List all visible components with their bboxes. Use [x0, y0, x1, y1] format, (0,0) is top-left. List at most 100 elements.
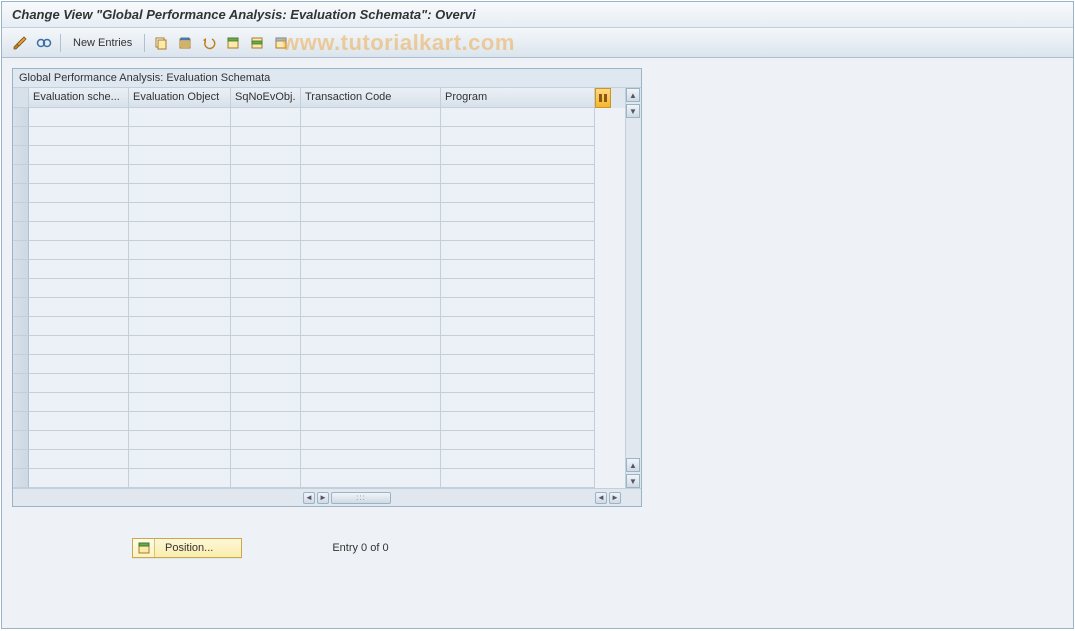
cell[interactable] [301, 374, 441, 393]
row-selector[interactable] [13, 184, 29, 203]
cell[interactable] [231, 469, 301, 488]
table-row[interactable] [13, 127, 625, 146]
cell[interactable] [441, 127, 595, 146]
cell[interactable] [301, 298, 441, 317]
cell[interactable] [231, 127, 301, 146]
cell[interactable] [129, 127, 231, 146]
col-transaction-code[interactable]: Transaction Code [301, 88, 441, 108]
table-row[interactable] [13, 241, 625, 260]
cell[interactable] [301, 241, 441, 260]
cell[interactable] [29, 260, 129, 279]
cell[interactable] [301, 127, 441, 146]
cell[interactable] [231, 146, 301, 165]
cell[interactable] [301, 317, 441, 336]
cell[interactable] [441, 279, 595, 298]
cell[interactable] [441, 431, 595, 450]
cell[interactable] [231, 374, 301, 393]
col-sqno[interactable]: SqNoEvObj. [231, 88, 301, 108]
cell[interactable] [129, 184, 231, 203]
cell[interactable] [231, 241, 301, 260]
cell[interactable] [301, 108, 441, 127]
cell[interactable] [301, 412, 441, 431]
scrollbar-thumb[interactable]: ::: [331, 492, 391, 504]
cell[interactable] [29, 165, 129, 184]
scroll-right-icon[interactable]: ► [317, 492, 329, 504]
cell[interactable] [441, 165, 595, 184]
table-row[interactable] [13, 431, 625, 450]
cell[interactable] [231, 184, 301, 203]
table-row[interactable] [13, 374, 625, 393]
other-view-icon[interactable] [34, 33, 54, 53]
cell[interactable] [129, 108, 231, 127]
scroll-down-icon[interactable]: ▼ [626, 474, 640, 488]
cell[interactable] [231, 203, 301, 222]
table-row[interactable] [13, 165, 625, 184]
cell[interactable] [29, 317, 129, 336]
cell[interactable] [29, 374, 129, 393]
cell[interactable] [441, 241, 595, 260]
row-selector[interactable] [13, 127, 29, 146]
cell[interactable] [441, 222, 595, 241]
table-row[interactable] [13, 146, 625, 165]
cell[interactable] [301, 279, 441, 298]
row-selector[interactable] [13, 279, 29, 298]
cell[interactable] [441, 450, 595, 469]
table-row[interactable] [13, 279, 625, 298]
cell[interactable] [441, 184, 595, 203]
cell[interactable] [441, 108, 595, 127]
cell[interactable] [231, 336, 301, 355]
row-selector-header[interactable] [13, 88, 29, 108]
cell[interactable] [29, 450, 129, 469]
cell[interactable] [231, 393, 301, 412]
table-row[interactable] [13, 108, 625, 127]
cell[interactable] [301, 222, 441, 241]
row-selector[interactable] [13, 146, 29, 165]
col-program[interactable]: Program [441, 88, 595, 108]
cell[interactable] [129, 393, 231, 412]
cell[interactable] [231, 279, 301, 298]
cell[interactable] [231, 412, 301, 431]
horizontal-scrollbar[interactable]: ◄ ► ::: ◄ ► [13, 488, 641, 506]
cell[interactable] [301, 393, 441, 412]
cell[interactable] [29, 412, 129, 431]
cell[interactable] [301, 165, 441, 184]
row-selector[interactable] [13, 431, 29, 450]
cell[interactable] [29, 203, 129, 222]
cell[interactable] [231, 222, 301, 241]
cell[interactable] [441, 469, 595, 488]
scroll-left-icon[interactable]: ◄ [595, 492, 607, 504]
cell[interactable] [29, 222, 129, 241]
row-selector[interactable] [13, 298, 29, 317]
cell[interactable] [29, 298, 129, 317]
cell[interactable] [301, 260, 441, 279]
cell[interactable] [29, 146, 129, 165]
cell[interactable] [29, 108, 129, 127]
table-row[interactable] [13, 412, 625, 431]
cell[interactable] [301, 146, 441, 165]
cell[interactable] [29, 184, 129, 203]
cell[interactable] [441, 412, 595, 431]
row-selector[interactable] [13, 374, 29, 393]
cell[interactable] [301, 184, 441, 203]
col-evaluation-object[interactable]: Evaluation Object [129, 88, 231, 108]
table-row[interactable] [13, 260, 625, 279]
table-row[interactable] [13, 222, 625, 241]
row-selector[interactable] [13, 412, 29, 431]
cell[interactable] [441, 336, 595, 355]
row-selector[interactable] [13, 393, 29, 412]
scroll-down-icon[interactable]: ▼ [626, 104, 640, 118]
cell[interactable] [29, 393, 129, 412]
cell[interactable] [441, 355, 595, 374]
cell[interactable] [129, 374, 231, 393]
table-row[interactable] [13, 450, 625, 469]
vertical-scrollbar[interactable]: ▲ ▼ ▲ ▼ [625, 88, 641, 488]
col-evaluation-schema[interactable]: Evaluation sche... [29, 88, 129, 108]
deselect-all-icon[interactable] [271, 33, 291, 53]
row-selector[interactable] [13, 450, 29, 469]
cell[interactable] [129, 279, 231, 298]
cell[interactable] [129, 431, 231, 450]
copy-as-icon[interactable] [151, 33, 171, 53]
cell[interactable] [231, 165, 301, 184]
cell[interactable] [301, 450, 441, 469]
cell[interactable] [231, 450, 301, 469]
